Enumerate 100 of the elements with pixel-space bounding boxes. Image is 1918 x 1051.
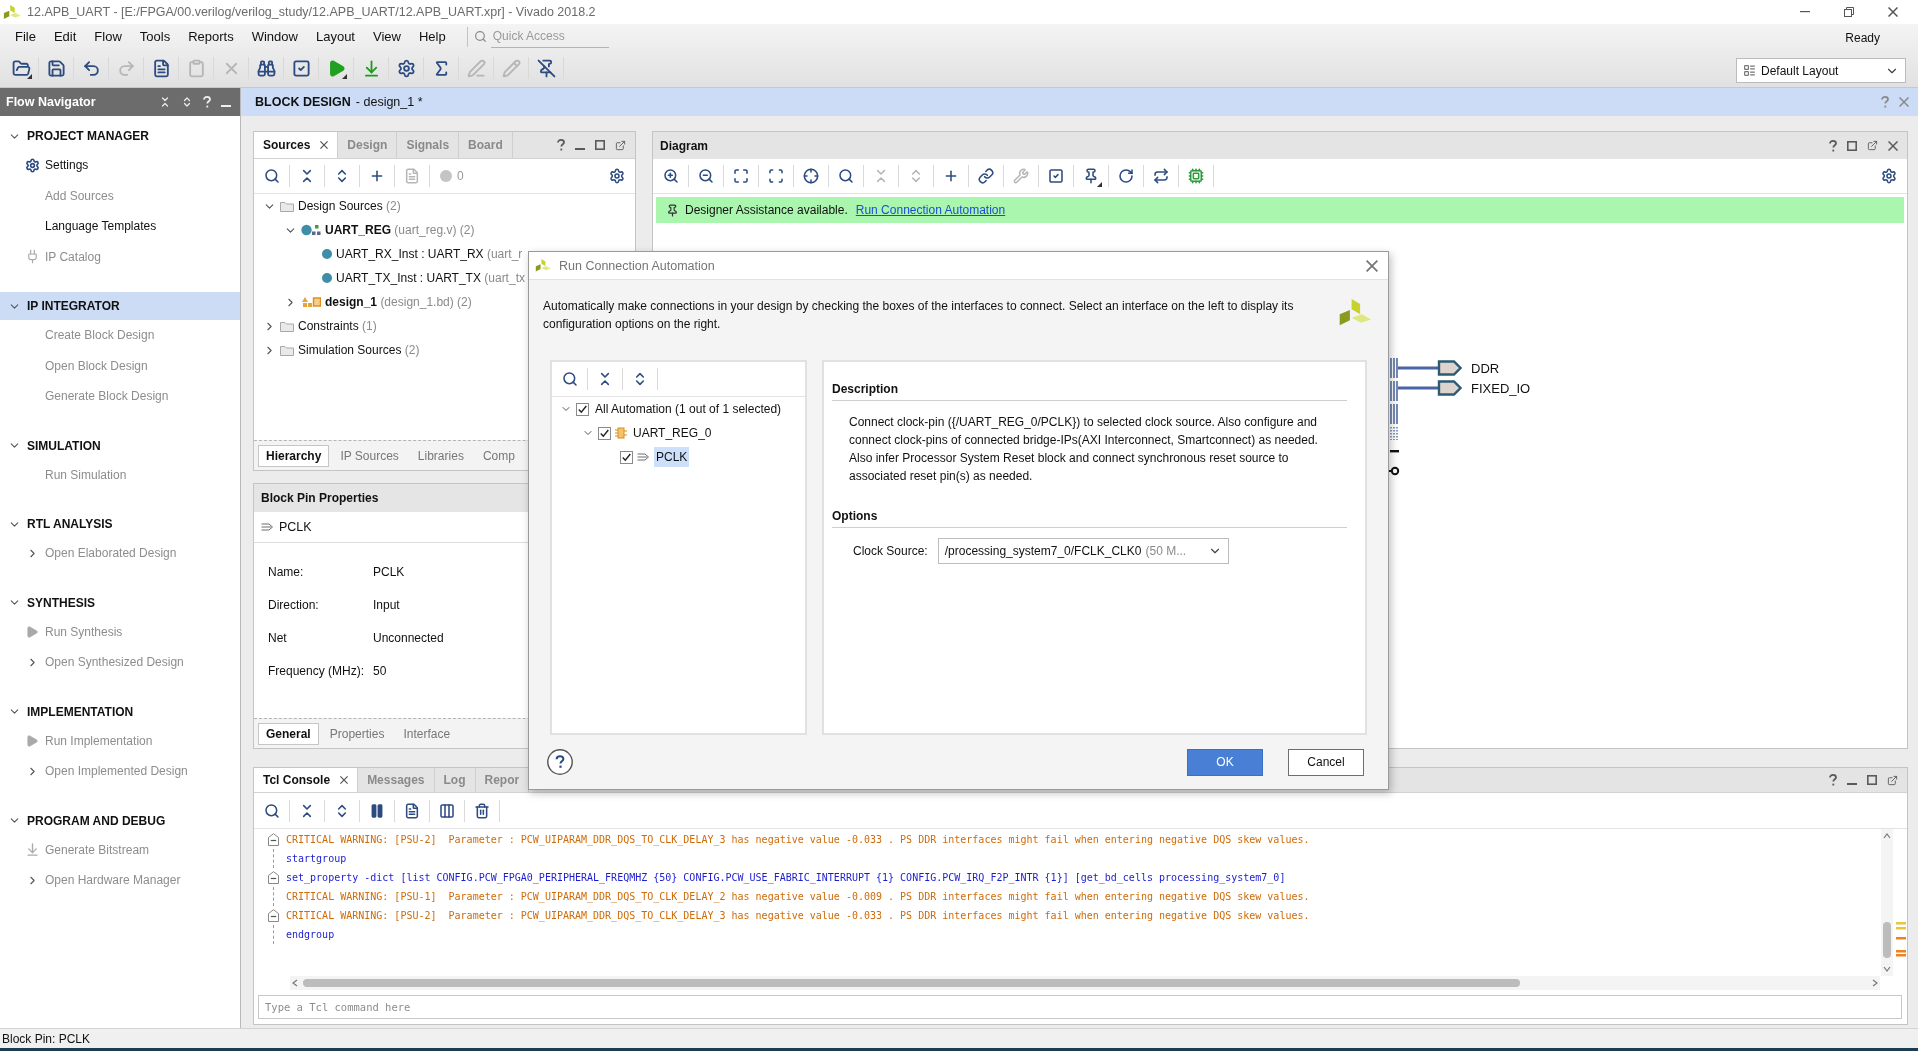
close-icon[interactable] — [1888, 7, 1898, 17]
menu-item[interactable]: Flow — [85, 29, 131, 45]
tree-item[interactable]: Design Sources (2) — [298, 199, 401, 213]
maximize-icon[interactable] — [1847, 140, 1857, 151]
clock-source-select[interactable]: /processing_system7_0/FCLK_CLK0 (50 M... — [937, 538, 1229, 564]
refresh-icon[interactable] — [1118, 168, 1134, 184]
trash-icon[interactable] — [474, 802, 490, 819]
float-icon[interactable] — [615, 139, 626, 151]
menu-item[interactable]: Reports — [179, 29, 243, 45]
tree-item[interactable]: UART_REG (uart_reg.v) (2) — [325, 223, 475, 237]
tab[interactable]: Interface — [395, 722, 459, 745]
fullscreen-icon[interactable] — [733, 168, 749, 184]
checkbox[interactable] — [620, 450, 633, 464]
tab[interactable]: Hierarchy — [258, 444, 330, 467]
search-icon[interactable] — [838, 168, 854, 184]
vertical-scrollbar[interactable] — [1879, 829, 1907, 976]
menu-item[interactable]: Layout — [306, 29, 364, 45]
nav-section-header[interactable]: PROJECT MANAGER — [0, 122, 240, 150]
quick-access-field[interactable]: Quick Access — [490, 25, 609, 48]
tree-item[interactable]: UART_REG_0 — [631, 423, 714, 443]
undo-icon[interactable] — [81, 58, 101, 78]
menu-item[interactable]: Tools — [130, 29, 180, 45]
tree-item[interactable]: All Automation (1 out of 1 selected) — [593, 399, 784, 419]
float-icon[interactable] — [1887, 774, 1898, 786]
pin-icon[interactable] — [1083, 168, 1099, 184]
nav-item[interactable]: Settings — [0, 150, 240, 181]
tree-item[interactable]: PCLK — [654, 447, 690, 467]
document-icon[interactable] — [151, 58, 171, 78]
save-icon[interactable] — [46, 58, 66, 78]
help-icon[interactable] — [1829, 139, 1837, 152]
settings-icon[interactable] — [608, 168, 625, 184]
document-icon[interactable] — [404, 802, 420, 819]
tab[interactable]: General — [258, 722, 319, 745]
tab[interactable]: Comp — [474, 444, 523, 467]
nav-section-header[interactable]: IP INTEGRATOR — [0, 292, 240, 320]
zoom-in-icon[interactable] — [663, 168, 679, 184]
checkbox-icon[interactable] — [291, 58, 311, 78]
search-icon[interactable] — [562, 371, 578, 387]
menu-item[interactable]: File — [6, 29, 45, 45]
tree-item[interactable]: UART_RX_Inst : UART_RX (uart_r — [336, 247, 523, 261]
fold-icon[interactable] — [268, 833, 279, 846]
crosshair-icon[interactable] — [803, 168, 819, 184]
tab[interactable]: Properties — [321, 722, 393, 745]
pause-icon[interactable] — [369, 802, 385, 819]
collapse-icon[interactable] — [159, 96, 171, 108]
settings-icon[interactable] — [396, 58, 416, 78]
plus-icon[interactable] — [369, 168, 385, 184]
binoculars-icon[interactable] — [256, 58, 276, 78]
zoom-out-icon[interactable] — [698, 168, 714, 184]
tree-item[interactable]: design_1 (design_1.bd) (2) — [325, 295, 472, 309]
nav-item[interactable]: Language Templates — [0, 211, 240, 242]
ok-button[interactable]: OK — [1187, 748, 1263, 776]
nav-section-header[interactable]: SYNTHESIS — [0, 588, 240, 617]
menu-item[interactable]: Edit — [44, 29, 86, 45]
command-input[interactable]: Type a Tcl command here — [258, 995, 1902, 1019]
float-icon[interactable] — [1867, 140, 1878, 151]
expand-icon[interactable] — [181, 96, 193, 108]
caret-icon[interactable] — [342, 74, 347, 80]
fold-icon[interactable] — [268, 909, 279, 922]
minimize-icon[interactable] — [1800, 11, 1810, 13]
tab[interactable]: Libraries — [409, 444, 472, 467]
checkbox[interactable] — [576, 402, 589, 416]
maximize-icon[interactable] — [1867, 775, 1877, 785]
tree-item[interactable]: UART_TX_Inst : UART_TX (uart_tx — [336, 271, 525, 285]
close-icon[interactable] — [340, 776, 349, 784]
caret-icon[interactable] — [1097, 182, 1102, 187]
menu-item[interactable]: Help — [409, 29, 455, 45]
fold-icon[interactable] — [268, 871, 279, 884]
nav-section-header[interactable]: IMPLEMENTATION — [0, 697, 240, 726]
close-icon[interactable] — [1888, 140, 1898, 151]
checkbox[interactable] — [598, 426, 611, 440]
help-icon[interactable] — [547, 749, 573, 775]
close-icon[interactable] — [1366, 259, 1378, 272]
horizontal-scrollbar[interactable] — [290, 976, 1880, 990]
settings-icon[interactable] — [1880, 168, 1897, 184]
nav-section-header[interactable]: PROGRAM AND DEBUG — [0, 806, 240, 835]
link-icon[interactable] — [978, 168, 994, 184]
repeat-icon[interactable] — [1153, 168, 1169, 184]
tab[interactable]: IP Sources — [332, 444, 407, 467]
caret-icon[interactable] — [27, 74, 32, 80]
search-icon[interactable] — [264, 168, 280, 184]
cancel-button[interactable]: Cancel — [1288, 748, 1364, 776]
chip-icon[interactable] — [1188, 168, 1204, 184]
nav-section-header[interactable]: RTL ANALYSIS — [0, 510, 240, 538]
layout-select[interactable]: Default Layout — [1736, 58, 1906, 83]
tree-item[interactable]: Constraints (1) — [298, 319, 377, 333]
tab[interactable]: Sources — [254, 132, 339, 158]
columns-icon[interactable] — [439, 802, 455, 819]
automation-link[interactable]: Run Connection Automation — [855, 203, 1006, 217]
menu-item[interactable]: Window — [242, 29, 307, 45]
checkbox-icon[interactable] — [1048, 168, 1064, 184]
tab[interactable]: Tcl Console — [254, 768, 359, 792]
close-icon[interactable] — [320, 141, 329, 149]
folder-icon[interactable] — [11, 58, 31, 78]
restore-icon[interactable] — [1844, 7, 1854, 17]
nav-section-header[interactable]: SIMULATION — [0, 431, 240, 460]
scan-icon[interactable] — [768, 168, 784, 184]
maximize-icon[interactable] — [595, 140, 605, 150]
tree-item[interactable]: Simulation Sources (2) — [298, 343, 420, 357]
search-icon[interactable] — [264, 802, 280, 819]
